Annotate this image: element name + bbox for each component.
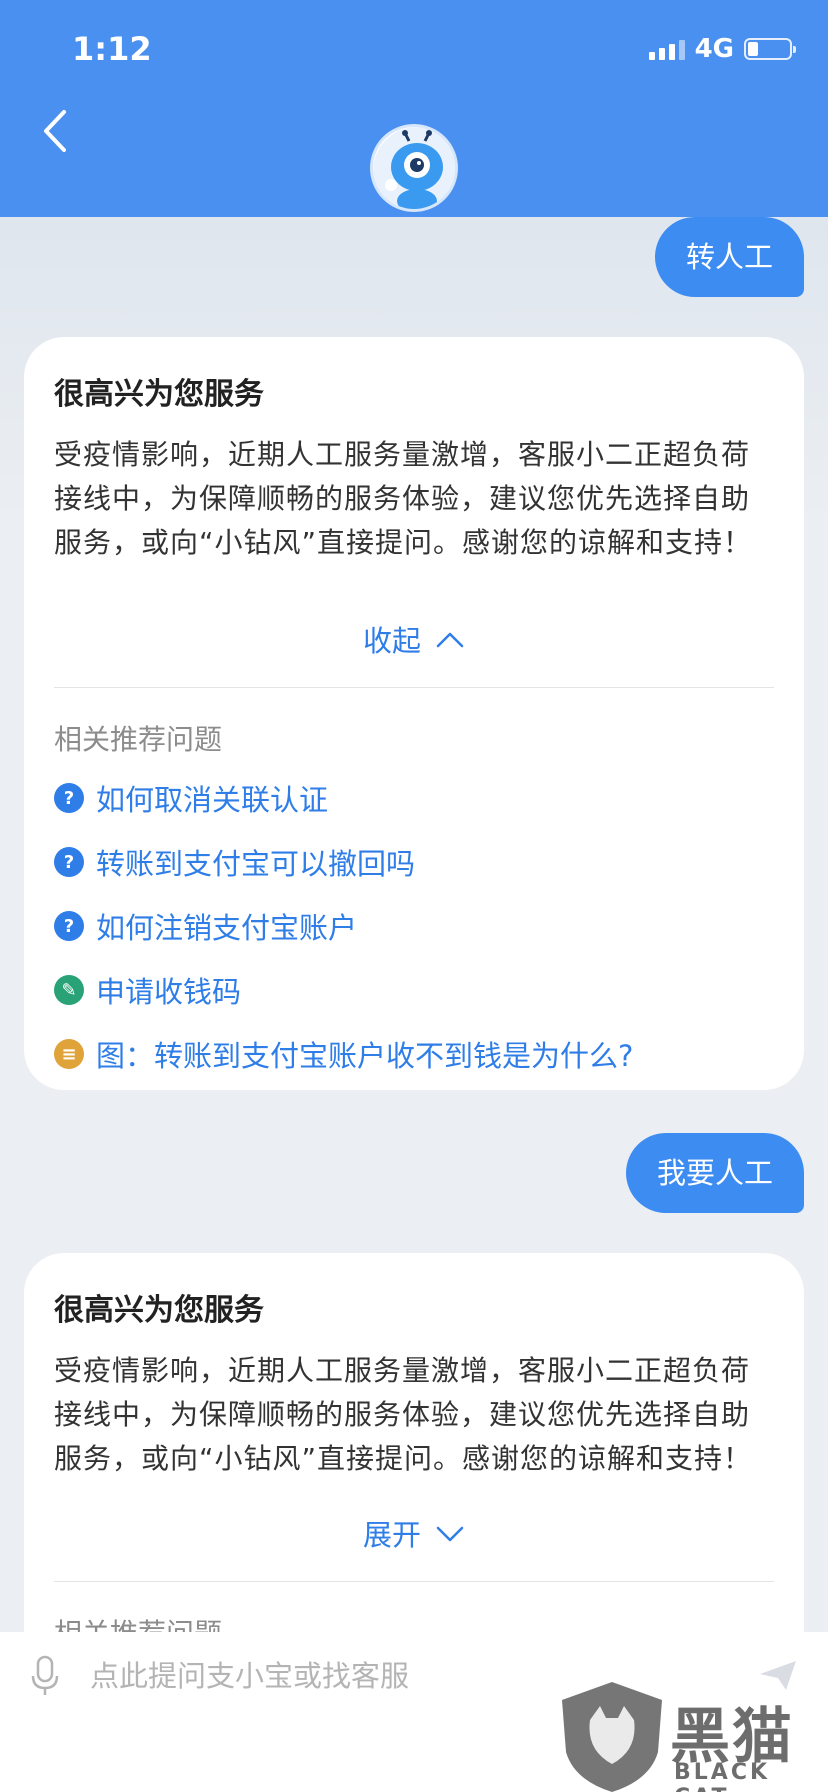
bot-reply-card: 很高兴为您服务 受疫情影响，近期人工服务量激增，客服小二正超负荷接线中，为保障顺… xyxy=(24,1253,804,1632)
recommend-item-label: 转账到支付宝可以撤回吗 xyxy=(96,847,416,881)
recommend-item[interactable]: ✎ 申请收钱码 xyxy=(54,958,774,1022)
collapse-toggle[interactable]: 收起 xyxy=(54,599,774,679)
chevron-down-icon xyxy=(436,1526,464,1542)
question-icon: ? xyxy=(54,847,84,877)
recommend-item-label: 申请收钱码 xyxy=(96,975,242,1009)
question-icon: ? xyxy=(54,911,84,941)
recommend-item[interactable]: ? 如何取消关联认证 xyxy=(54,766,774,830)
recommend-item-label: 如何取消关联认证 xyxy=(96,783,329,817)
expand-toggle[interactable]: 展开 xyxy=(54,1493,774,1573)
divider xyxy=(54,687,774,688)
robot-icon xyxy=(373,127,455,209)
document-icon: ≡ xyxy=(54,1039,84,1069)
divider xyxy=(54,1581,774,1582)
chat-area[interactable]: 转人工 很高兴为您服务 受疫情影响，近期人工服务量激增，客服小二正超负荷接线中，… xyxy=(0,217,828,1632)
microphone-icon xyxy=(31,1655,59,1695)
chevron-up-icon xyxy=(436,632,464,648)
card-body: 受疫情影响，近期人工服务量激增，客服小二正超负荷接线中，为保障顺畅的服务体验，建… xyxy=(54,1354,753,1475)
collapse-label: 收起 xyxy=(362,624,421,658)
battery-icon xyxy=(744,38,796,60)
wrench-icon: ✎ xyxy=(54,975,84,1005)
expand-label: 展开 xyxy=(362,1518,421,1552)
signal-icon xyxy=(648,38,685,60)
bot-reply-card: 很高兴为您服务 受疫情影响，近期人工服务量激增，客服小二正超负荷接线中，为保障顺… xyxy=(24,337,804,1090)
back-button[interactable] xyxy=(36,106,76,156)
recommend-title: 相关推荐问题 xyxy=(54,723,223,756)
status-indicators: 4G xyxy=(648,34,796,64)
chat-header: 1:12 4G xyxy=(0,0,828,217)
network-type: 4G xyxy=(694,34,734,64)
question-icon: ? xyxy=(54,783,84,813)
recommend-item[interactable]: ≡ 图：转账到支付宝账户收不到钱是为什么? xyxy=(54,1022,774,1086)
watermark-subtext: BLACK CAT xyxy=(674,1760,771,1792)
card-title: 很高兴为您服务 xyxy=(54,1293,264,1328)
card-title: 很高兴为您服务 xyxy=(54,377,264,412)
assistant-avatar[interactable] xyxy=(370,124,458,212)
recommend-item-label: 图：转账到支付宝账户收不到钱是为什么? xyxy=(96,1039,634,1073)
recommend-item[interactable]: ? 如何注销支付宝账户 xyxy=(54,894,774,958)
recommend-title: 相关推荐问题 xyxy=(54,1614,774,1632)
microphone-button[interactable] xyxy=(28,1654,62,1698)
chevron-left-icon xyxy=(44,110,66,152)
recommend-item[interactable]: ? 转账到支付宝可以撤回吗 xyxy=(54,830,774,894)
user-message-bubble[interactable]: 我要人工 xyxy=(625,1133,804,1213)
card-body: 受疫情影响，近期人工服务量激增，客服小二正超负荷接线中，为保障顺畅的服务体验，建… xyxy=(54,438,753,559)
status-time: 1:12 xyxy=(72,30,152,68)
recommend-list: ? 如何取消关联认证? 转账到支付宝可以撤回吗? 如何注销支付宝账户 ✎ 申请收钱码 ≡ 图：… xyxy=(54,766,774,1086)
recommend-item-label: 如何注销支付宝账户 xyxy=(96,911,358,945)
user-message-bubble[interactable]: 转人工 xyxy=(654,217,804,297)
